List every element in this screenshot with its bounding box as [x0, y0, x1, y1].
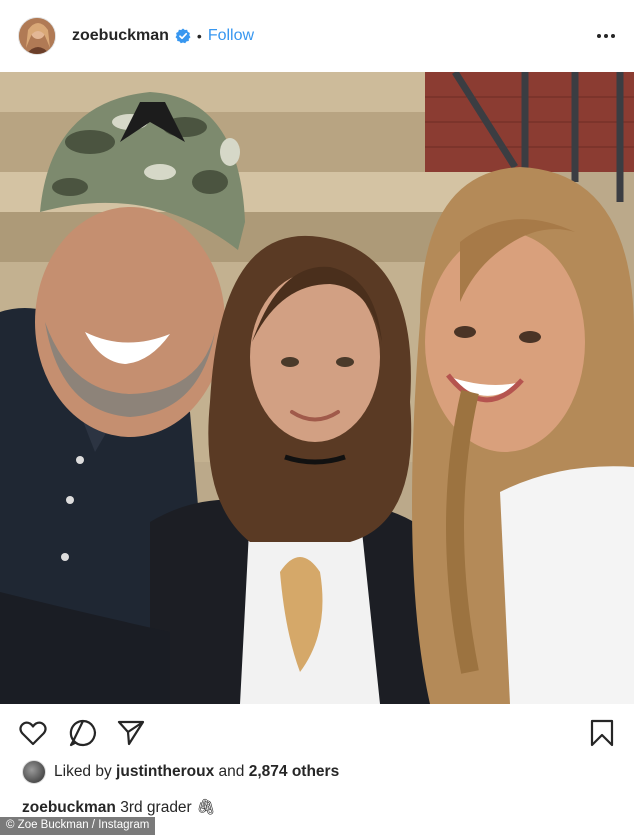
avatar[interactable]	[18, 17, 56, 55]
post-photo[interactable]	[0, 72, 634, 704]
instagram-post: zoebuckman • Follow Liked by justinthero…	[0, 0, 634, 835]
liker-username[interactable]: justintheroux	[116, 763, 214, 781]
comment-icon[interactable]	[68, 718, 98, 748]
more-options-icon[interactable]	[596, 26, 616, 46]
action-bar	[0, 712, 634, 754]
username[interactable]: zoebuckman	[72, 27, 169, 45]
caption-text: 3rd grader 🖇	[120, 799, 216, 816]
share-icon[interactable]	[116, 718, 146, 748]
liker-avatar[interactable]	[22, 760, 46, 784]
likes-count[interactable]: 2,874 others	[249, 763, 339, 781]
verified-badge-icon	[175, 28, 191, 44]
caption-username[interactable]: zoebuckman	[22, 799, 116, 816]
likes-and: and	[218, 763, 245, 780]
separator-dot: •	[196, 28, 202, 44]
likes-prefix: Liked by	[54, 763, 112, 780]
follow-button[interactable]: Follow	[208, 27, 254, 45]
post-header: zoebuckman • Follow	[0, 0, 634, 72]
likes-row: Liked by justintheroux and 2,874 others	[22, 760, 339, 784]
heart-icon[interactable]	[18, 718, 48, 748]
photo-credit: © Zoe Buckman / Instagram	[0, 817, 156, 835]
bookmark-icon[interactable]	[587, 718, 617, 748]
caption: zoebuckman 3rd grader 🖇	[22, 798, 216, 817]
